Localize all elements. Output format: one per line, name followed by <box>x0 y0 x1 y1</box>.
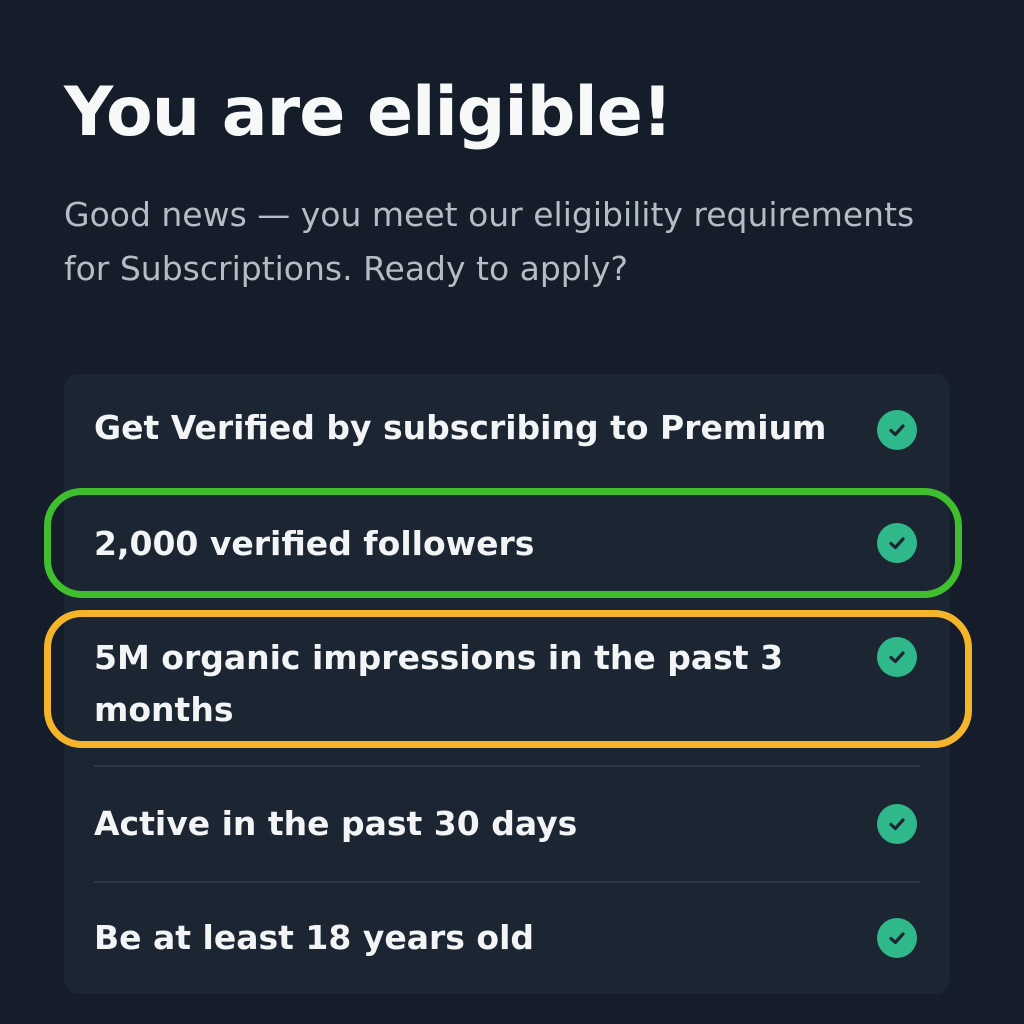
check-circle-icon <box>877 410 917 450</box>
check-circle-icon <box>877 918 917 958</box>
page-title: You are eligible! <box>64 73 673 152</box>
eligibility-subtitle: Good news — you meet our eligibility req… <box>64 195 915 288</box>
requirement-active-label: Active in the past 30 days <box>94 804 578 843</box>
row-divider <box>94 765 920 767</box>
green-highlight-outline <box>44 488 962 598</box>
yellow-highlight-outline <box>44 610 972 748</box>
check-circle-icon <box>877 804 917 844</box>
row-divider <box>94 881 920 883</box>
requirement-premium-label: Get Verified by subscribing to Premium <box>94 408 827 447</box>
requirement-age-label: Be at least 18 years old <box>94 918 535 957</box>
